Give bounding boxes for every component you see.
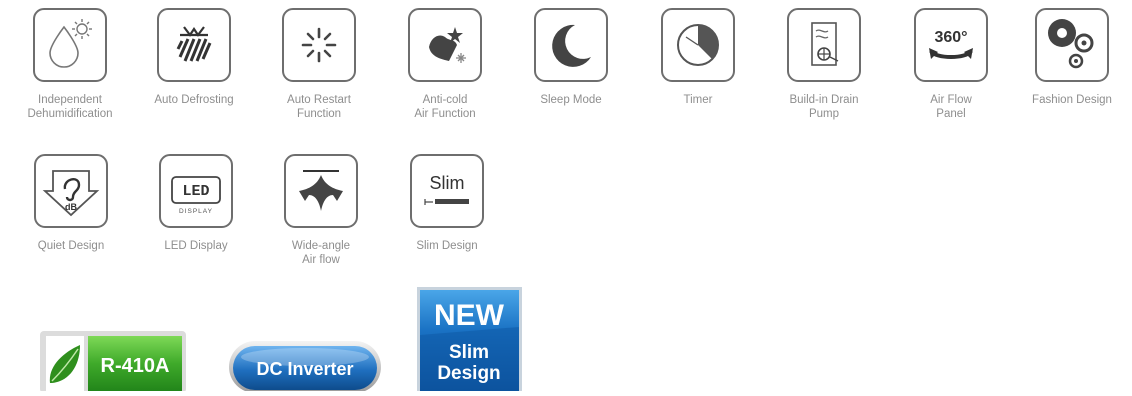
dc-inverter-text: DC Inverter (256, 359, 353, 379)
slim-line-text: Slim (449, 342, 489, 363)
quiet-ear-icon: dB (34, 154, 108, 228)
feature-label: Build-in Drain Pump (789, 94, 859, 120)
slim-icon: Slim (410, 154, 484, 228)
auto-restart-icon (282, 8, 356, 82)
zzz-text: zᶻZ (574, 37, 590, 49)
design-line-text: Design (437, 363, 500, 384)
slim-text: Slim (430, 173, 465, 193)
anti-cold-icon (408, 8, 482, 82)
feature-sleep-mode: zᶻZ Sleep Mode (511, 8, 631, 107)
feature-label: Fashion Design (1032, 94, 1112, 106)
led-text: LED (182, 183, 209, 200)
drain-pump-icon (787, 8, 861, 82)
timer-clock-icon (661, 8, 735, 82)
sleep-moon-icon: zᶻZ (534, 8, 608, 82)
feature-label: Slim Design (416, 240, 478, 252)
new-text: NEW (434, 299, 505, 332)
dc-inverter-badge: DC Inverter (229, 341, 381, 396)
dehumidification-icon (33, 8, 107, 82)
feature-fashion-design: Fashion Design (1012, 8, 1132, 107)
feature-label: Anti-cold Air Function (414, 94, 476, 120)
feature-slim-design: Slim Slim Design (387, 154, 507, 253)
feature-wide-angle: Wide-angle Air flow (261, 154, 381, 267)
feature-label: Sleep Mode (540, 94, 602, 106)
fashion-circles-icon (1035, 8, 1109, 82)
feature-label: LED Display (164, 240, 228, 252)
feature-timer: Timer (638, 8, 758, 107)
feature-label: Timer (683, 94, 713, 106)
angle-text: 360° (934, 29, 967, 46)
feature-air-flow-panel: 360° Air Flow Panel (891, 8, 1011, 121)
feature-drain-pump: Build-in Drain Pump (764, 8, 884, 121)
feature-auto-defrosting: Auto Defrosting (134, 8, 254, 107)
feature-label: Wide-angle Air flow (291, 240, 351, 266)
feature-led-display: LED DISPLAY LED Display (136, 154, 256, 253)
led-display-icon: LED DISPLAY (159, 154, 233, 228)
rotation-360-icon: 360° (914, 8, 988, 82)
defrost-icon (157, 8, 231, 82)
feature-anti-cold: Anti-cold Air Function (385, 8, 505, 121)
wide-angle-airflow-icon (284, 154, 358, 228)
feature-label: Auto Defrosting (154, 94, 234, 106)
feature-quiet-design: dB Quiet Design (11, 154, 131, 253)
feature-dehumidification: Independent Dehumidification (10, 8, 130, 121)
feature-label: Independent Dehumidification (27, 94, 113, 120)
r410a-badge: R-410A (40, 331, 186, 396)
db-text: dB (65, 202, 77, 212)
feature-label: Auto Restart Function (287, 94, 351, 120)
r410a-text: R-410A (101, 355, 170, 377)
feature-label: Air Flow Panel (930, 94, 972, 120)
feature-auto-restart: Auto Restart Function (259, 8, 379, 121)
new-slim-design-badge: NEW Slim Design (417, 287, 522, 396)
feature-label: Quiet Design (37, 240, 105, 252)
display-text: DISPLAY (179, 208, 213, 215)
